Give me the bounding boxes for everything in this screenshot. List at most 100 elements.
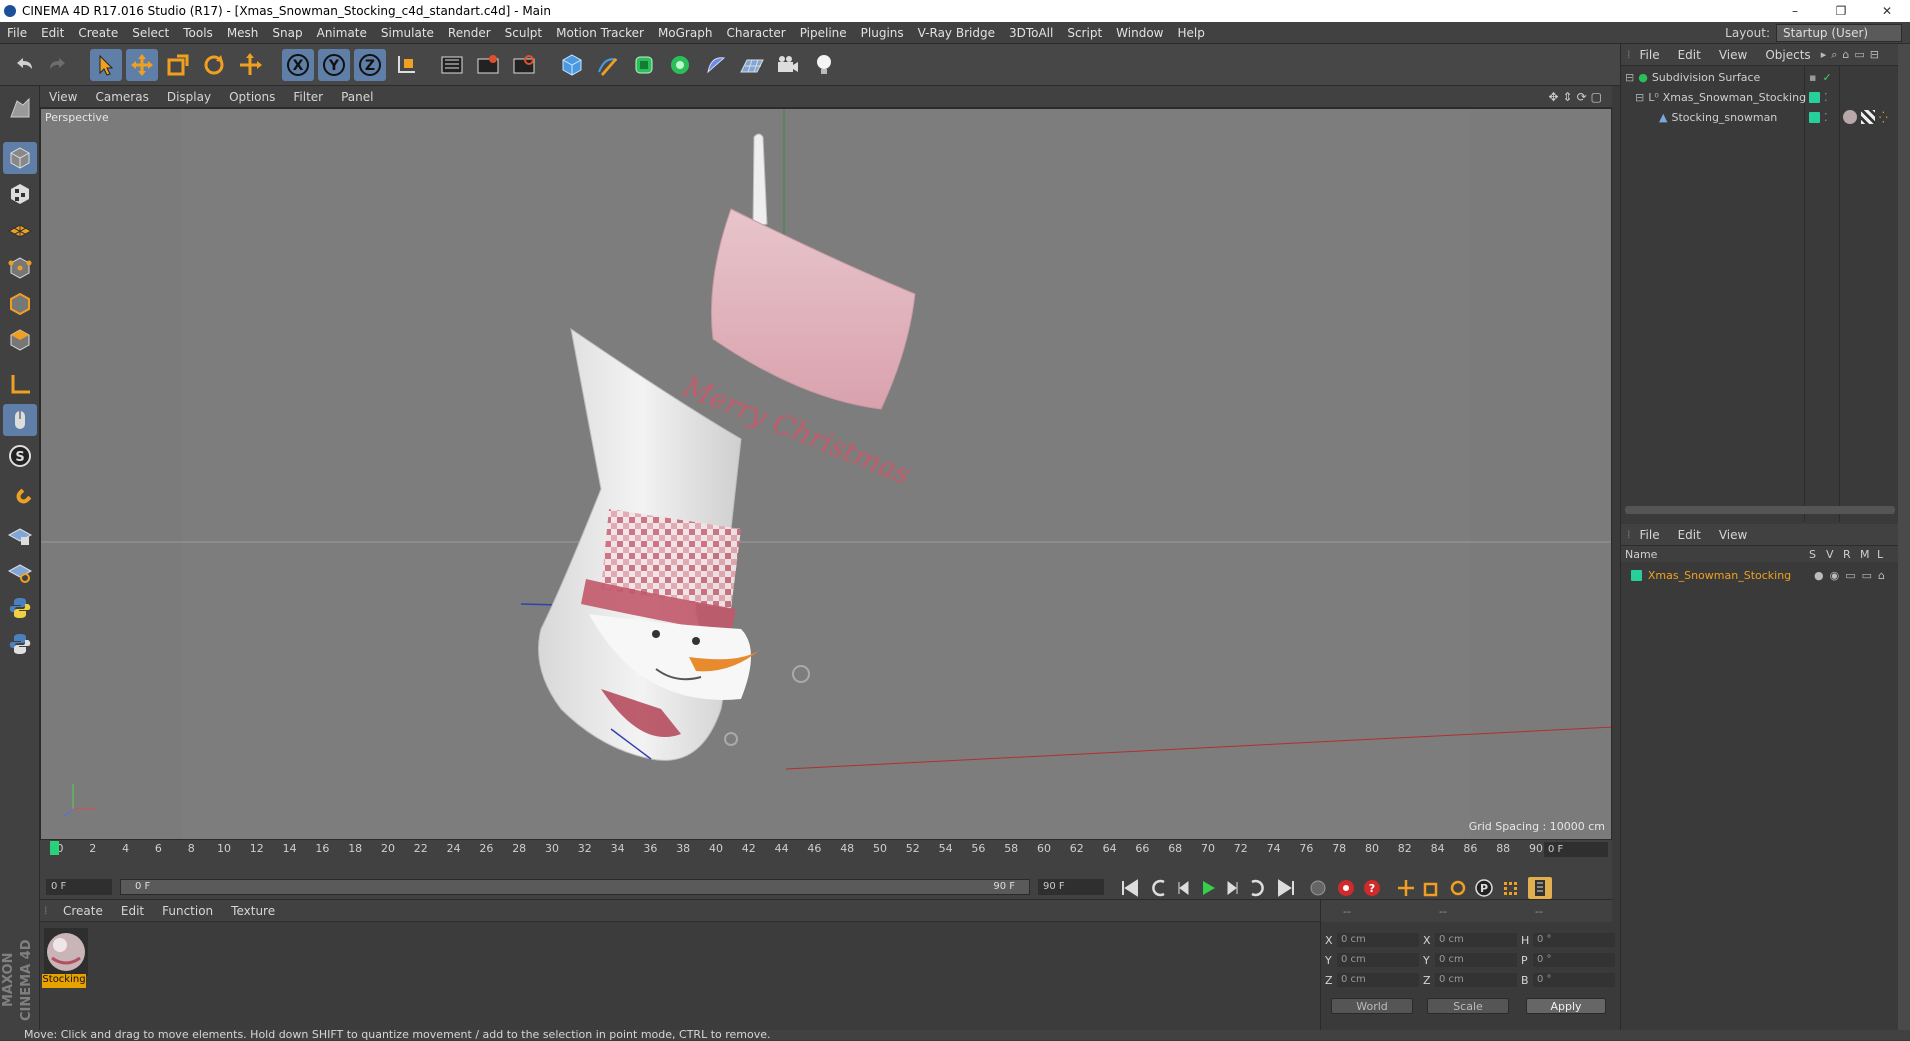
position-z-field[interactable]: 0 cm [1337, 973, 1419, 987]
viewport-menu-panel[interactable]: Panel [332, 90, 382, 104]
viewport-menu-cameras[interactable]: Cameras [86, 90, 157, 104]
x-axis-icon[interactable]: X [282, 49, 314, 81]
scale-icon[interactable] [162, 49, 194, 81]
menu-select[interactable]: Select [125, 26, 176, 40]
menu-pipeline[interactable]: Pipeline [793, 26, 854, 40]
redo-icon[interactable] [42, 49, 74, 81]
timeline-ruler[interactable]: 0 2 4 6 8 10 12 14 16 18 20 22 24 26 28 30 32 34 36 38 40 42 4… [40, 840, 1612, 878]
render-view-icon[interactable] [436, 49, 468, 81]
material-menu-create[interactable]: Create [54, 904, 112, 918]
position-y-field[interactable]: 0 cm [1337, 953, 1419, 967]
collapse-icon[interactable]: ⊟ [1635, 91, 1644, 104]
make-editable-icon[interactable] [3, 92, 37, 124]
rotation-h-field[interactable]: 0 ° [1533, 933, 1615, 947]
key-rotation-icon[interactable] [1446, 877, 1470, 899]
menu-snap[interactable]: Snap [265, 26, 309, 40]
camera-icon[interactable] [772, 49, 804, 81]
goto-start-icon[interactable] [1118, 877, 1142, 899]
render-picture-viewer-icon[interactable] [472, 49, 504, 81]
phong-tag-icon[interactable]: ⁛ [1879, 111, 1888, 124]
rotation-p-field[interactable]: 0 ° [1533, 953, 1615, 967]
select-arrow-icon[interactable] [90, 49, 122, 81]
snap-icon[interactable]: S [3, 440, 37, 472]
autokey-icon[interactable] [1334, 877, 1358, 899]
collapse-icon[interactable]: ⊟ [1625, 71, 1634, 84]
workplane-mode-icon[interactable] [3, 214, 37, 246]
start-frame-field[interactable]: 0 F [46, 879, 112, 895]
objects-toolbar-icons[interactable]: ▸⌕⌂▭⊟ [1821, 48, 1884, 62]
material-preview-stocking[interactable] [44, 928, 88, 976]
frame-range-slider[interactable]: 0 F 90 F [120, 879, 1030, 895]
menu-edit[interactable]: Edit [34, 26, 71, 40]
axis-mode-icon[interactable] [3, 368, 37, 400]
layers-menu-view[interactable]: View [1710, 528, 1756, 542]
polygon-mode-icon[interactable] [3, 324, 37, 356]
transform-icon[interactable] [234, 49, 266, 81]
maximize-button[interactable]: ❐ [1818, 0, 1864, 22]
key-scale-icon[interactable] [1420, 877, 1444, 899]
menu-sculpt[interactable]: Sculpt [498, 26, 549, 40]
objects-menu-view[interactable]: View [1710, 48, 1756, 62]
menu-create[interactable]: Create [71, 26, 125, 40]
menu-simulate[interactable]: Simulate [374, 26, 441, 40]
material-name-stocking[interactable]: Stocking [42, 974, 86, 988]
current-frame-field[interactable]: 0 F [1544, 842, 1608, 857]
cube-primitive-icon[interactable] [556, 49, 588, 81]
viewport-nav-icons[interactable]: ✥⇕⟳▢ [1548, 90, 1606, 104]
viewport-menu-view[interactable]: View [40, 90, 86, 104]
play-icon[interactable] [1196, 877, 1220, 899]
prev-frame-icon[interactable] [1172, 877, 1196, 899]
menu-animate[interactable]: Animate [310, 26, 374, 40]
magnet-icon[interactable] [3, 484, 37, 516]
viewport-menu-display[interactable]: Display [158, 90, 220, 104]
key-pla-icon[interactable] [1498, 877, 1522, 899]
subdivision-surface-flags[interactable]: ▪ ✓ [1809, 68, 1832, 86]
menu-help[interactable]: Help [1170, 26, 1211, 40]
point-mode-icon[interactable] [3, 252, 37, 284]
object-row-stocking-snowman[interactable]: ▲ Stocking_snowman [1659, 108, 1777, 126]
material-menu-function[interactable]: Function [153, 904, 222, 918]
objects-menu-edit[interactable]: Edit [1669, 48, 1710, 62]
viewport-perspective[interactable]: Merry Christmas Perspective Grid Spacing… [40, 108, 1612, 840]
timeline-playhead[interactable] [50, 841, 59, 855]
floor-grid-icon[interactable] [736, 49, 768, 81]
subdivision-surface-icon[interactable] [628, 49, 660, 81]
layers-menu-file[interactable]: File [1631, 528, 1669, 542]
menu-render[interactable]: Render [441, 26, 498, 40]
object-row-xmas-snowman-stocking[interactable]: ⊟ L⁰ Xmas_Snowman_Stocking [1635, 88, 1806, 106]
render-settings-icon[interactable] [508, 49, 540, 81]
key-parameter-icon[interactable]: P [1472, 877, 1496, 899]
keyframe-selection-icon[interactable]: ? [1360, 877, 1384, 899]
menu-plugins[interactable]: Plugins [854, 26, 911, 40]
tweak-mode-icon[interactable] [3, 404, 37, 436]
material-tag-icon[interactable] [1843, 110, 1857, 124]
object-row-subdivision-surface[interactable]: ⊟ ● Subdivision Surface [1625, 68, 1760, 86]
menu-motion-tracker[interactable]: Motion Tracker [549, 26, 651, 40]
xmas-stocking-layer-flag[interactable]: ⁚ [1809, 88, 1828, 106]
coord-mode-scale-dropdown[interactable]: Scale [1427, 998, 1509, 1014]
texture-mode-icon[interactable] [3, 178, 37, 210]
menu-tools[interactable]: Tools [176, 26, 220, 40]
menu-character[interactable]: Character [719, 26, 792, 40]
menu-3dtoall[interactable]: 3DToAll [1002, 26, 1060, 40]
menu-mograph[interactable]: MoGraph [651, 26, 720, 40]
texture-tag-icon[interactable] [1861, 110, 1875, 124]
menu-script[interactable]: Script [1060, 26, 1109, 40]
viewport-menu-filter[interactable]: Filter [284, 90, 332, 104]
menu-window[interactable]: Window [1109, 26, 1170, 40]
menu-file[interactable]: File [0, 26, 34, 40]
timeline-window-icon[interactable] [1528, 877, 1552, 899]
end-frame-field[interactable]: 90 F [1038, 879, 1104, 895]
stocking-snowman-layer-flag[interactable]: ⁚ [1809, 108, 1828, 126]
y-axis-icon[interactable]: Y [318, 49, 350, 81]
objects-menu-file[interactable]: File [1631, 48, 1669, 62]
record-keys-icon[interactable] [1306, 877, 1330, 899]
close-button[interactable]: ✕ [1864, 0, 1910, 22]
size-y-field[interactable]: 0 cm [1435, 953, 1517, 967]
layer-color-swatch[interactable] [1631, 569, 1642, 581]
undo-icon[interactable] [8, 49, 40, 81]
next-frame-icon[interactable] [1220, 877, 1244, 899]
object-scrollbar[interactable] [1625, 506, 1895, 514]
objects-menu-objects[interactable]: Objects [1756, 48, 1819, 62]
size-z-field[interactable]: 0 cm [1435, 973, 1517, 987]
